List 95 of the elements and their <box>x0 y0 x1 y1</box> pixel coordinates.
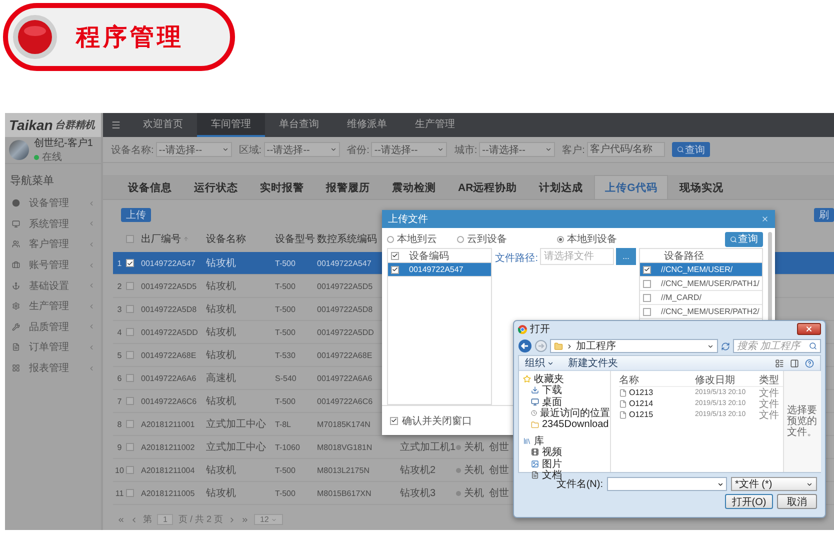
table-cell-text: 00149722A68E <box>141 350 198 360</box>
table-cell-text: M8013L2175N <box>317 466 370 474</box>
table-cell-text: 钻攻机 <box>206 280 237 293</box>
table-cell-text: 00149722A547 <box>317 258 372 268</box>
table-cell-text: S-540 <box>275 374 298 382</box>
status-text: 关机 <box>464 440 484 454</box>
page-label: 第 <box>143 513 152 526</box>
table-cell-text: T-500 <box>275 258 296 268</box>
table-cell-text: 00149722A6C6 <box>141 396 198 406</box>
column-header: 修改日期 <box>695 374 736 386</box>
table-cell-text: 00149722A547 <box>141 258 196 268</box>
row-number: 6 <box>116 374 123 382</box>
user-name: 创世纪-客户1 <box>34 136 93 150</box>
table-cell-text: A20181211005 <box>141 488 196 498</box>
row-number: 3 <box>116 304 123 314</box>
table-cell-text: 钻攻机2 <box>400 464 437 477</box>
row-number: 11 <box>114 488 125 498</box>
row-number: 10 <box>114 466 125 474</box>
table-cell-text: 00149722A5DD <box>141 328 199 336</box>
column-header: 设备名称 <box>206 233 247 246</box>
table-cell-text: 00149722A5D5 <box>317 282 374 290</box>
table-cell-text: 钻攻机 <box>206 326 237 339</box>
row-number: 7 <box>116 396 123 406</box>
table-cell-text: 00149722A5D8 <box>317 304 374 314</box>
table-cell-text: 00149722A5D5 <box>141 282 198 290</box>
table-cell-text: 00149722A6C6 <box>317 396 374 406</box>
address-text: 加工程序 <box>576 340 617 353</box>
table-cell-text: A20181211004 <box>141 466 196 474</box>
table-cell-text: 钻攻机 <box>206 486 237 500</box>
table-cell-text: 钻攻机 <box>206 302 237 316</box>
table-cell-text: T-500 <box>275 396 296 406</box>
user-status: 在线 <box>42 150 62 164</box>
table-cell-text: 文件 <box>759 386 780 398</box>
column-header: 数控系统编码 <box>317 232 378 246</box>
table-cell-text: M8015B617XN <box>317 488 372 498</box>
filter-label: 城市: <box>454 144 478 156</box>
filter-label: 客户: <box>562 144 585 156</box>
table-cell-text: 钻攻机 <box>206 256 237 270</box>
dialog-title: 打开 <box>530 322 551 336</box>
table-cell-text: T-530 <box>275 350 296 360</box>
row-number: 9 <box>116 442 123 452</box>
table-cell-text: 00149722A68E <box>317 350 374 360</box>
row-number: 2 <box>116 282 123 290</box>
column-header: 名称 <box>619 374 640 386</box>
column-header: 设备型号 <box>275 232 316 246</box>
brand-name: 台群精机 <box>54 118 95 132</box>
table-cell-text: 文件 <box>759 408 780 422</box>
page-label: 页 / 共 2 页 <box>178 513 223 526</box>
table-cell-text: 创世 <box>489 486 510 500</box>
field-label: 文件路径: <box>495 252 538 265</box>
column-header: 出厂编号 <box>141 232 181 246</box>
row-number: 8 <box>116 420 123 428</box>
table-cell-text: 钻攻机3 <box>400 486 437 500</box>
table-cell-text: T-500 <box>275 488 296 498</box>
page-title: 程序管理 <box>76 23 184 53</box>
status-text: 关机 <box>464 486 484 500</box>
row-number: 1 <box>116 258 123 268</box>
table-cell-text: T-500 <box>275 304 296 314</box>
brand-logo: Taikan <box>9 117 53 133</box>
filter-label: 省份: <box>346 144 370 156</box>
table-cell-text: T-500 <box>275 466 296 474</box>
table-cell-text: 创世 <box>489 440 510 454</box>
table-cell-text: 创世 <box>489 464 510 477</box>
table-cell-text: M70185K174N <box>317 420 372 428</box>
row-number: 5 <box>116 350 123 360</box>
table-cell-text: 钻攻机 <box>206 394 237 408</box>
table-cell-text: T-8L <box>275 420 292 428</box>
table-cell-text: 00149722A5DD <box>317 328 375 336</box>
list-header: 设备编码 <box>409 250 449 262</box>
table-cell-text: M8018VG181N <box>317 442 374 452</box>
column-header: 类型 <box>759 374 780 386</box>
table-cell-text: 00149722A6A6 <box>317 374 374 382</box>
table-cell-text: 高速机 <box>206 372 237 385</box>
filter-label: 区域: <box>238 144 262 156</box>
checkbox-label: 确认并关闭窗口 <box>402 414 472 428</box>
table-cell-text: 立式加工中心 <box>206 418 267 431</box>
table-cell-text: A20181211001 <box>141 420 196 428</box>
table-cell-text: 文件 <box>759 398 780 410</box>
table-cell-text: 00149722A5D8 <box>141 304 198 314</box>
filter-label: 设备名称: <box>111 144 154 156</box>
table-cell-text: 立式加工中心 <box>206 440 267 454</box>
table-cell-text: 钻攻机 <box>206 348 237 362</box>
table-cell-text: A20181211002 <box>141 442 196 452</box>
table-cell-text: T-500 <box>275 282 296 290</box>
nav-heading: 导航菜单 <box>9 174 55 189</box>
list-header: 设备路径 <box>664 250 704 262</box>
table-cell-text: 钻攻机 <box>206 464 237 477</box>
preview-text: 选择要预览的文件。 <box>787 405 818 438</box>
dialog-title: 上传文件 <box>388 212 428 226</box>
table-cell-text: 00149722A6A6 <box>141 374 198 382</box>
status-text: 关机 <box>464 464 484 477</box>
table-cell-text: 立式加工机1 <box>400 440 456 454</box>
row-number: 4 <box>116 328 123 336</box>
table-cell-text: T-1060 <box>275 442 301 452</box>
table-cell-text: T-500 <box>275 328 296 336</box>
